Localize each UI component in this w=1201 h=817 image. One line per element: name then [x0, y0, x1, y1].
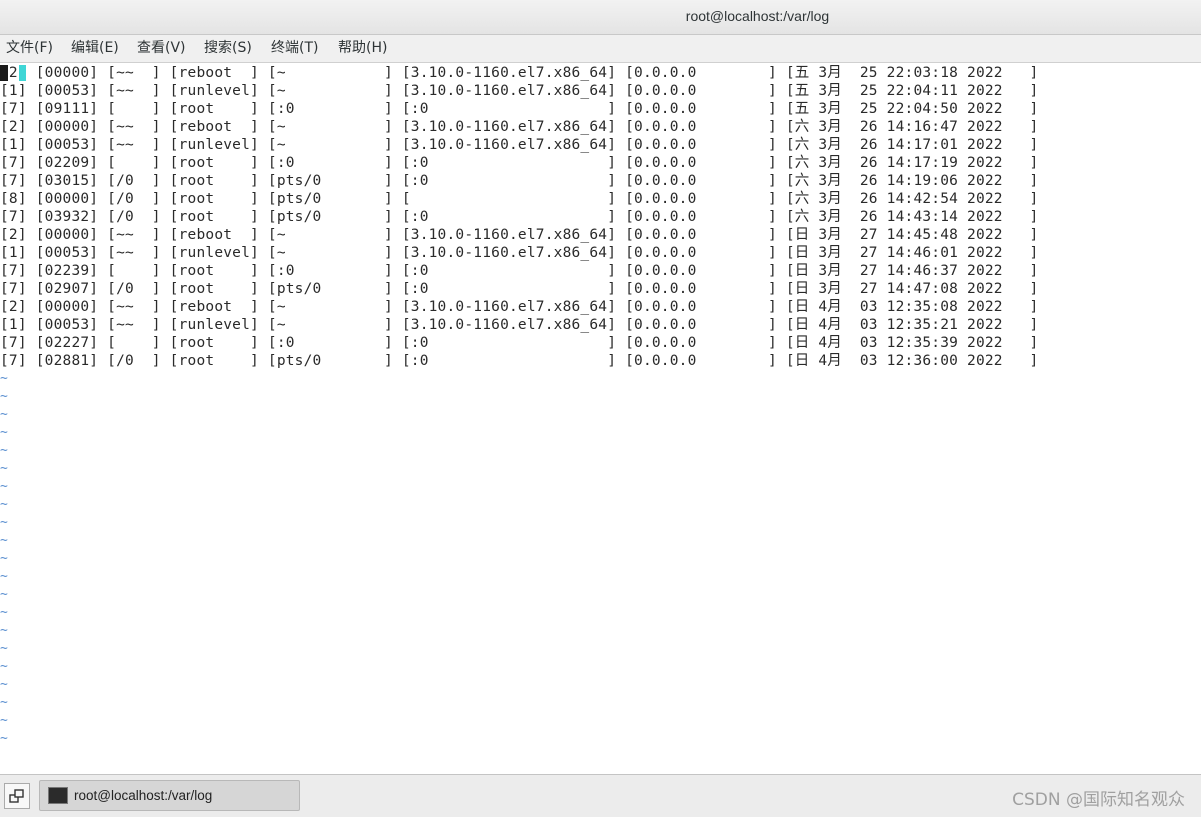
menu-bar: 文件(F) 编辑(E) 查看(V) 搜索(S) 终端(T) 帮助(H) [0, 35, 1201, 63]
empty-line-tilde: ~ [0, 479, 8, 494]
terminal-line: [7] [02907] [/0 ] [root ] [pts/0 ] [:0 ]… [0, 281, 1039, 297]
terminal-line: [7] [02239] [ ] [root ] [:0 ] [:0 ] [0.0… [0, 263, 1039, 279]
taskbar: root@localhost:/var/log CSDN @国际知名观众 [0, 774, 1201, 817]
text-cursor-highlight [19, 65, 26, 81]
terminal-line: [2] [00000] [~~ ] [reboot ] [~ ] [3.10.0… [0, 227, 1039, 243]
show-desktop-button[interactable] [4, 783, 30, 809]
empty-line-tilde: ~ [0, 569, 8, 584]
empty-line-tilde: ~ [0, 713, 8, 728]
terminal-icon [48, 787, 68, 804]
terminal-line: [7] [03932] [/0 ] [root ] [pts/0 ] [:0 ]… [0, 209, 1039, 225]
empty-line-tilde: ~ [0, 605, 8, 620]
terminal-line: [8] [00000] [/0 ] [root ] [pts/0 ] [ ] [… [0, 191, 1039, 207]
terminal-line: [2] [00000] [~~ ] [reboot ] [~ ] [3.10.0… [0, 65, 1039, 81]
terminal-line: [1] [00053] [~~ ] [runlevel] [~ ] [3.10.… [0, 83, 1039, 99]
terminal-line: [7] [03015] [/0 ] [root ] [pts/0 ] [:0 ]… [0, 173, 1039, 189]
empty-line-tilde: ~ [0, 731, 8, 746]
show-desktop-icon [9, 789, 24, 803]
window-titlebar[interactable]: root@localhost:/var/log [0, 0, 1201, 35]
terminal-line: [2] [00000] [~~ ] [reboot ] [~ ] [3.10.0… [0, 299, 1039, 315]
menu-terminal[interactable]: 终端(T) [271, 39, 318, 58]
menu-search[interactable]: 搜索(S) [204, 39, 252, 58]
terminal-line: [7] [09111] [ ] [root ] [:0 ] [:0 ] [0.0… [0, 101, 1039, 117]
terminal-line: [7] [02227] [ ] [root ] [:0 ] [:0 ] [0.0… [0, 335, 1039, 351]
empty-line-tilde: ~ [0, 677, 8, 692]
terminal-line: [7] [02209] [ ] [root ] [:0 ] [:0 ] [0.0… [0, 155, 1039, 171]
menu-help[interactable]: 帮助(H) [338, 39, 387, 58]
empty-line-tilde: ~ [0, 659, 8, 674]
empty-line-tilde: ~ [0, 641, 8, 656]
terminal-output[interactable]: [2] [00000] [~~ ] [reboot ] [~ ] [3.10.0… [0, 63, 1201, 774]
empty-line-tilde: ~ [0, 443, 8, 458]
text-cursor [0, 65, 8, 81]
terminal-line: [2] [00000] [~~ ] [reboot ] [~ ] [3.10.0… [0, 119, 1039, 135]
terminal-line: [7] [02881] [/0 ] [root ] [pts/0 ] [:0 ]… [0, 353, 1039, 369]
empty-line-tilde: ~ [0, 461, 8, 476]
menu-view[interactable]: 查看(V) [137, 39, 186, 58]
taskbar-terminal-label: root@localhost:/var/log [74, 788, 213, 803]
terminal-line: [1] [00053] [~~ ] [runlevel] [~ ] [3.10.… [0, 137, 1039, 153]
watermark: CSDN @国际知名观众 [1012, 790, 1185, 810]
empty-line-tilde: ~ [0, 497, 8, 512]
empty-line-tilde: ~ [0, 407, 8, 422]
window-title: root@localhost:/var/log [685, 8, 830, 24]
empty-line-tilde: ~ [0, 533, 8, 548]
empty-line-tilde: ~ [0, 515, 8, 530]
menu-edit[interactable]: 编辑(E) [71, 39, 119, 58]
empty-line-tilde: ~ [0, 551, 8, 566]
empty-line-tilde: ~ [0, 371, 8, 386]
empty-line-tilde: ~ [0, 425, 8, 440]
empty-line-tilde: ~ [0, 623, 8, 638]
terminal-line: [1] [00053] [~~ ] [runlevel] [~ ] [3.10.… [0, 317, 1039, 333]
taskbar-terminal-button[interactable]: root@localhost:/var/log [39, 780, 300, 811]
empty-line-tilde: ~ [0, 695, 8, 710]
menu-file[interactable]: 文件(F) [6, 39, 53, 58]
empty-line-tilde: ~ [0, 587, 8, 602]
terminal-line: [1] [00053] [~~ ] [runlevel] [~ ] [3.10.… [0, 245, 1039, 261]
empty-line-tilde: ~ [0, 389, 8, 404]
